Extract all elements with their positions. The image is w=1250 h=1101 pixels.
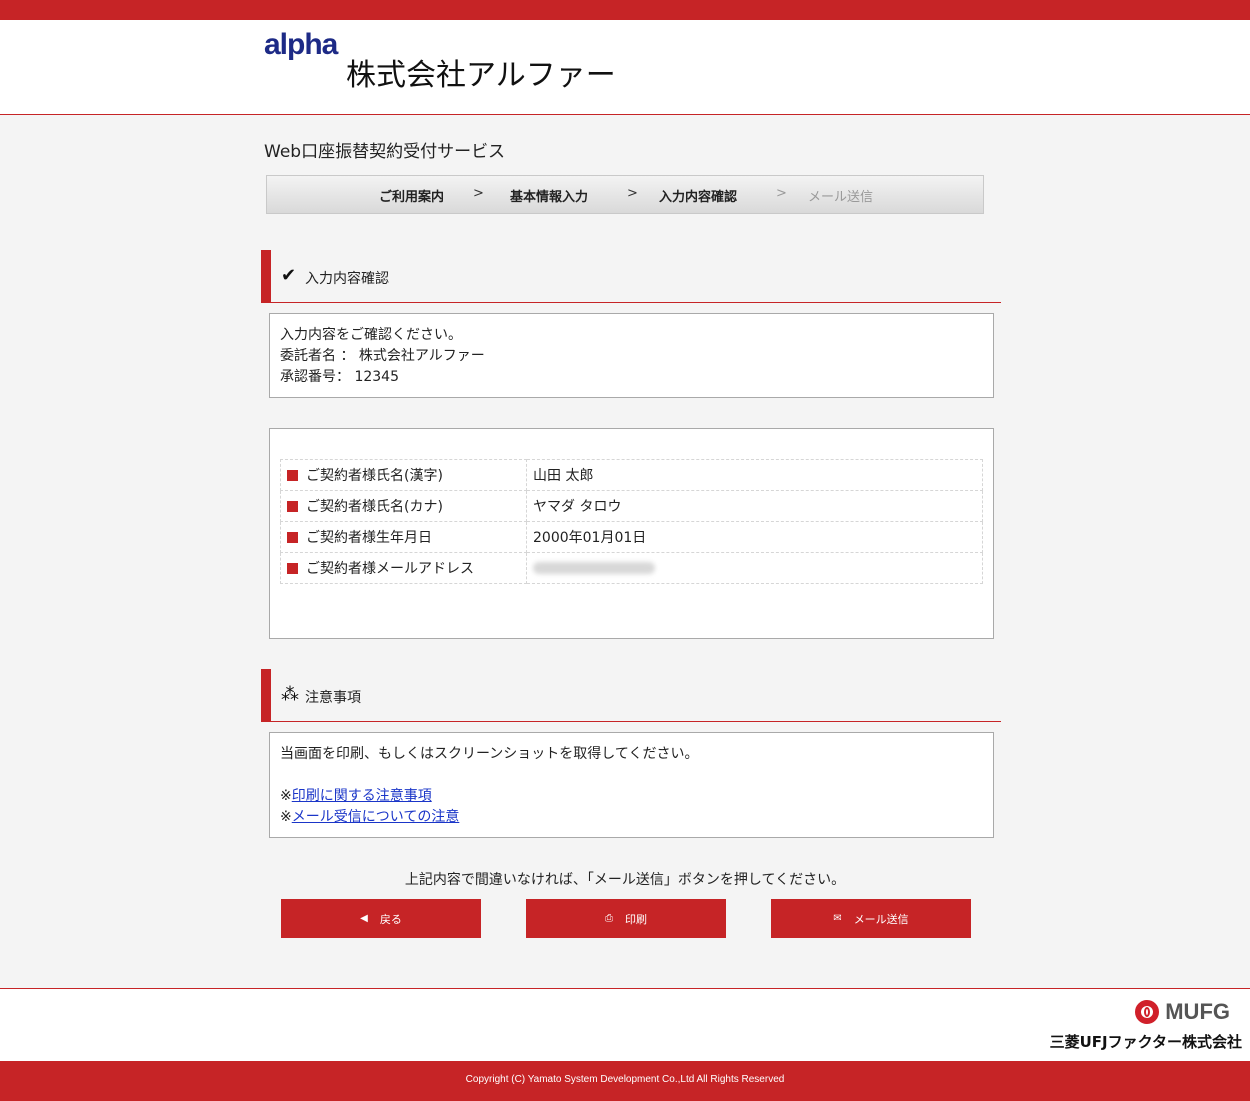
service-title: Web口座振替契約受付サービス [264,142,506,162]
check-icon: ✔ [281,265,297,286]
section-accent-bar [261,250,271,302]
step-separator: > [473,186,484,201]
step-send-mail: メール送信 [808,190,874,205]
footer: MUFG 三菱UFJファクター株式会社 [0,988,1250,1062]
row-label-cell: ご契約者様氏名(漢字) [280,459,527,491]
table-row: ご契約者様氏名(カナ) ヤマダ タロウ [280,490,983,522]
row-value: 山田 太郎 [526,459,983,491]
email-value-cell [526,552,983,584]
back-button[interactable]: ◀ 戻る [281,899,481,938]
red-square-icon [287,563,298,574]
back-arrow-icon: ◀ [360,913,368,924]
row-label: ご契約者様氏名(カナ) [306,499,443,515]
row-label: ご契約者様メールアドレス [306,561,474,577]
row-value: 2000年01月01日 [526,521,983,553]
note-mark: ※ [280,809,292,825]
notice-section-header: ⁂ 注意事項 [261,669,1001,722]
row-label: ご契約者様氏名(漢字) [306,468,443,484]
confirm-instruction-text: 入力内容をご確認ください。 [280,327,462,343]
spinner-icon: ⁂ [281,684,299,705]
send-mail-button-label: メール送信 [853,913,909,926]
notice-section-title: 注意事項 [305,690,361,706]
note-mark: ※ [280,788,292,804]
approval-number-text: 承認番号： 12345 [280,369,399,385]
notice-link-line: ※メール受信についての注意 [280,807,983,828]
mail-icon: ✉ [833,913,842,924]
row-label-cell: ご契約者様生年月日 [280,521,527,553]
row-label: ご契約者様生年月日 [306,530,432,546]
send-mail-button[interactable]: ✉ メール送信 [771,899,971,938]
mufg-company-name: 三菱UFJファクター株式会社 [1049,1033,1242,1051]
send-instruction: 上記内容で間違いなければ、「メール送信」ボタンを押してください。 [404,872,846,888]
step-separator: > [776,186,787,201]
consignor-name-text: 委託者名 ： 株式会社アルファー [280,348,485,364]
table-row: ご契約者様メールアドレス [280,552,983,584]
alpha-logo: alpha [264,28,338,61]
site-header: alpha 株式会社アルファー [0,20,1250,115]
mail-notes-link[interactable]: メール受信についての注意 [292,809,460,825]
row-value: ヤマダ タロウ [526,490,983,522]
red-square-icon [287,470,298,481]
section-accent-bar [261,669,271,721]
table-row: ご契約者様生年月日 2000年01月01日 [280,521,983,553]
notice-link-line: ※印刷に関する注意事項 [280,786,983,807]
step-basic-info: 基本情報入力 [510,190,589,205]
copyright-bar: Copyright (C) Yamato System Development … [0,1061,1250,1101]
company-name: 株式会社アルファー [346,58,616,93]
mufg-logo-text: MUFG [1165,999,1230,1024]
details-table: ご契約者様氏名(漢字) 山田 太郎 ご契約者様氏名(カナ) ヤマダ タロウ ご契… [280,459,983,584]
mufg-mark-icon [1135,1000,1160,1024]
step-confirm: 入力内容確認 [659,190,738,205]
notice-text: 当画面を印刷、もしくはスクリーンショットを取得してください。 [280,746,699,762]
top-red-bar [0,0,1250,20]
row-label-cell: ご契約者様氏名(カナ) [280,490,527,522]
confirm-info-box: 入力内容をご確認ください。 委託者名 ： 株式会社アルファー 承認番号： 123… [269,313,994,398]
notice-box: 当画面を印刷、もしくはスクリーンショットを取得してください。 ※印刷に関する注意… [269,732,994,838]
step-guide: ご利用案内 [379,190,445,205]
red-square-icon [287,532,298,543]
step-separator: > [627,186,638,201]
copyright-text: Copyright (C) Yamato System Development … [465,1074,785,1085]
print-icon: ⎙ [605,913,613,924]
redacted-email [533,562,655,574]
back-button-label: 戻る [379,913,402,926]
progress-steps: ご利用案内 > 基本情報入力 > 入力内容確認 > メール送信 [266,175,984,214]
confirm-section-title: 入力内容確認 [305,271,389,287]
confirm-section-header: ✔ 入力内容確認 [261,250,1001,303]
mufg-logo: MUFG [1135,999,1230,1025]
row-label-cell: ご契約者様メールアドレス [280,552,527,584]
print-button-label: 印刷 [625,913,647,926]
red-square-icon [287,501,298,512]
table-row: ご契約者様氏名(漢字) 山田 太郎 [280,459,983,491]
print-notes-link[interactable]: 印刷に関する注意事項 [292,788,432,804]
print-button[interactable]: ⎙ 印刷 [526,899,726,938]
